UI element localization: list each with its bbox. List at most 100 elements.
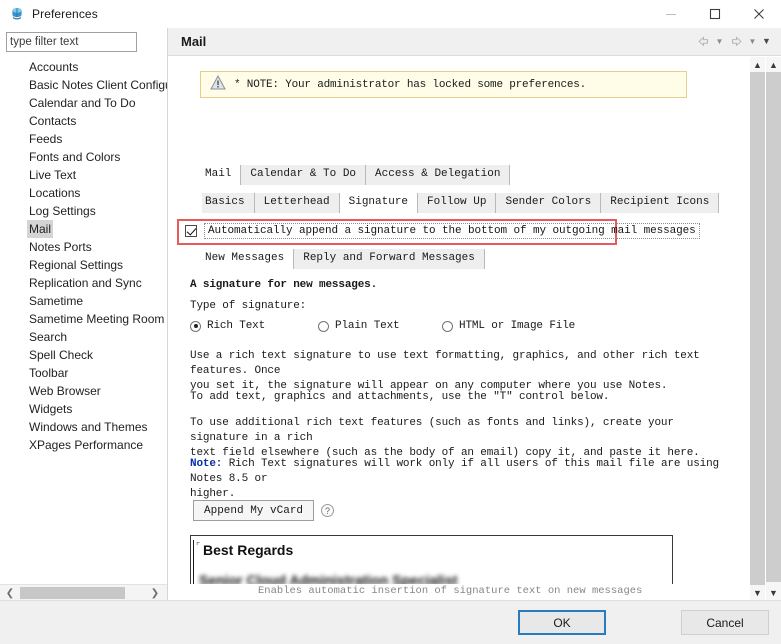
sidebar-item-label: Calendar and To Do [29, 96, 136, 110]
radio-plain-text[interactable]: Plain Text [318, 320, 400, 332]
sidebar-item-fonts-and-colors[interactable]: Fonts and Colors [0, 148, 167, 166]
preferences-sidebar: Accounts Basic Notes Client Configur Calen… [0, 28, 168, 600]
cancel-button[interactable]: Cancel [681, 610, 769, 635]
scrollbar-thumb[interactable] [20, 587, 125, 599]
sidebar-item-widgets[interactable]: Widgets [0, 400, 167, 418]
sidebar-item-feeds[interactable]: Feeds [0, 130, 167, 148]
sidebar-item-label: Mail [27, 220, 54, 238]
window-title: Preferences [32, 7, 98, 21]
sidebar-item-log-settings[interactable]: Log Settings [0, 202, 167, 220]
radio-rich-text[interactable]: Rich Text [190, 320, 265, 332]
back-arrow-icon[interactable] [694, 32, 712, 50]
auto-signature-checkbox[interactable] [185, 225, 197, 237]
sidebar-item-label: XPages Performance [29, 438, 144, 452]
warning-icon [210, 74, 226, 95]
sidebar-item-calendar-and-to-do[interactable]: Calendar and To Do [0, 94, 167, 112]
tab-signature[interactable]: Signature [339, 193, 419, 213]
tab-access-delegation[interactable]: Access & Delegation [366, 165, 511, 185]
primary-tab-strip[interactable]: Mail Calendar & To Do Access & Delegation [202, 165, 511, 185]
sidebar-item-windows-and-themes[interactable]: Windows and Themes [0, 418, 167, 436]
message-tab-strip[interactable]: New Messages Reply and Forward Messages [202, 249, 485, 269]
sidebar-item-locations[interactable]: Locations [0, 184, 167, 202]
auto-signature-label[interactable]: Automatically append a signature to the … [204, 223, 700, 239]
scroll-right-icon[interactable]: ❯ [147, 585, 163, 601]
radio-plain-text-label: Plain Text [335, 320, 400, 332]
sidebar-item-label: Locations [29, 186, 81, 200]
status-text: Enables automatic insertion of signature… [258, 585, 643, 597]
ok-button[interactable]: OK [518, 610, 606, 635]
view-menu-caret-icon[interactable]: ▼ [760, 32, 773, 50]
radio-indicator[interactable] [190, 320, 201, 332]
inner-vertical-scrollbar[interactable]: ▲ ▼ [750, 57, 765, 600]
auto-signature-row[interactable]: Automatically append a signature to the … [185, 223, 700, 239]
tab-letterhead[interactable]: Letterhead [254, 193, 340, 213]
close-icon[interactable] [737, 0, 781, 28]
radio-indicator[interactable] [442, 320, 453, 332]
sidebar-item-label: Widgets [29, 402, 73, 416]
radio-indicator[interactable] [318, 320, 329, 332]
sidebar-item-label: Web Browser [29, 384, 101, 398]
preferences-tree[interactable]: Accounts Basic Notes Client Configur Calen… [0, 58, 167, 573]
forward-arrow-icon[interactable] [727, 32, 745, 50]
sidebar-item-label: Feeds [29, 132, 63, 146]
sidebar-item-sametime-meeting-room[interactable]: Sametime Meeting Room [0, 310, 167, 328]
detail-header: Mail ▼ ▼ ▼ [168, 28, 781, 56]
sidebar-item-label: Log Settings [29, 204, 96, 218]
scroll-up-icon[interactable]: ▲ [766, 57, 781, 72]
detail-content: * NOTE: Your administrator has locked so… [168, 57, 781, 600]
tab-calendar-to-do[interactable]: Calendar & To Do [241, 165, 367, 185]
secondary-tab-strip[interactable]: Basics Letterhead Signature Follow Up Sender… [202, 193, 720, 213]
scroll-down-icon[interactable]: ▼ [750, 585, 765, 600]
admin-lock-notice-text: * NOTE: Your administrator has locked so… [234, 78, 587, 91]
dialog-footer: OK Cancel [0, 600, 781, 644]
sidebar-item-replication-and-sync[interactable]: Replication and Sync [0, 274, 167, 292]
sidebar-item-label: Replication and Sync [29, 276, 142, 290]
sidebar-item-sametime[interactable]: Sametime [0, 292, 167, 310]
tab-basics[interactable]: Basics [202, 193, 255, 213]
sidebar-item-spell-check[interactable]: Spell Check [0, 346, 167, 364]
outer-vertical-scrollbar[interactable]: ▲ ▼ [766, 57, 781, 600]
tab-new-messages[interactable]: New Messages [202, 249, 295, 269]
sidebar-item-label: Spell Check [29, 348, 94, 362]
tab-mail[interactable]: Mail [202, 165, 242, 185]
minimize-icon[interactable] [649, 0, 693, 28]
append-my-vcard-button[interactable]: Append My vCard [193, 500, 315, 521]
scrollbar-thumb[interactable] [766, 72, 781, 582]
sidebar-item-search[interactable]: Search [0, 328, 167, 346]
sidebar-item-contacts[interactable]: Contacts [0, 112, 167, 130]
sidebar-item-label: Regional Settings [29, 258, 124, 272]
back-dropdown-caret-icon[interactable]: ▼ [713, 32, 726, 50]
sidebar-item-regional-settings[interactable]: Regional Settings [0, 256, 167, 274]
scroll-up-icon[interactable]: ▲ [750, 57, 765, 72]
paragraph-rich-text-intro: Use a rich text signature to use text fo… [190, 349, 730, 394]
sidebar-item-xpages-performance[interactable]: XPages Performance [0, 436, 167, 454]
note-keyword: Note: [190, 458, 223, 470]
sidebar-item-toolbar[interactable]: Toolbar [0, 364, 167, 382]
tab-sender-colors[interactable]: Sender Colors [496, 193, 602, 213]
sidebar-item-label: Contacts [29, 114, 77, 128]
sidebar-item-accounts[interactable]: Accounts [0, 58, 167, 76]
maximize-icon[interactable] [693, 0, 737, 28]
navigation-buttons: ▼ ▼ ▼ [694, 32, 773, 50]
forward-dropdown-caret-icon[interactable]: ▼ [746, 32, 759, 50]
scroll-left-icon[interactable]: ❮ [2, 585, 18, 601]
sidebar-horizontal-scrollbar[interactable]: ❮ ❯ [0, 584, 167, 600]
sidebar-item-label: Accounts [29, 60, 79, 74]
sidebar-item-mail[interactable]: Mail [0, 220, 167, 238]
sidebar-item-notes-ports[interactable]: Notes Ports [0, 238, 167, 256]
admin-lock-notice: * NOTE: Your administrator has locked so… [200, 71, 687, 98]
help-icon[interactable]: ? [321, 504, 334, 517]
dialog-body: Accounts Basic Notes Client Configur Calen… [0, 28, 781, 600]
scroll-down-icon[interactable]: ▼ [766, 585, 781, 600]
tab-recipient-icons[interactable]: Recipient Icons [601, 193, 720, 213]
signature-type-radio-group[interactable]: Rich Text Plain Text HTML or Image File [190, 320, 610, 336]
sidebar-item-live-text[interactable]: Live Text [0, 166, 167, 184]
tab-follow-up[interactable]: Follow Up [418, 193, 497, 213]
radio-html-or-image-file[interactable]: HTML or Image File [442, 320, 575, 332]
tab-reply-and-forward-messages[interactable]: Reply and Forward Messages [294, 249, 485, 269]
sidebar-item-basic-notes-client-configur[interactable]: Basic Notes Client Configur [0, 76, 167, 94]
filter-input[interactable] [6, 32, 137, 52]
note-body: Rich Text signatures will work only if a… [190, 458, 719, 485]
scrollbar-thumb[interactable] [750, 72, 765, 592]
sidebar-item-web-browser[interactable]: Web Browser [0, 382, 167, 400]
